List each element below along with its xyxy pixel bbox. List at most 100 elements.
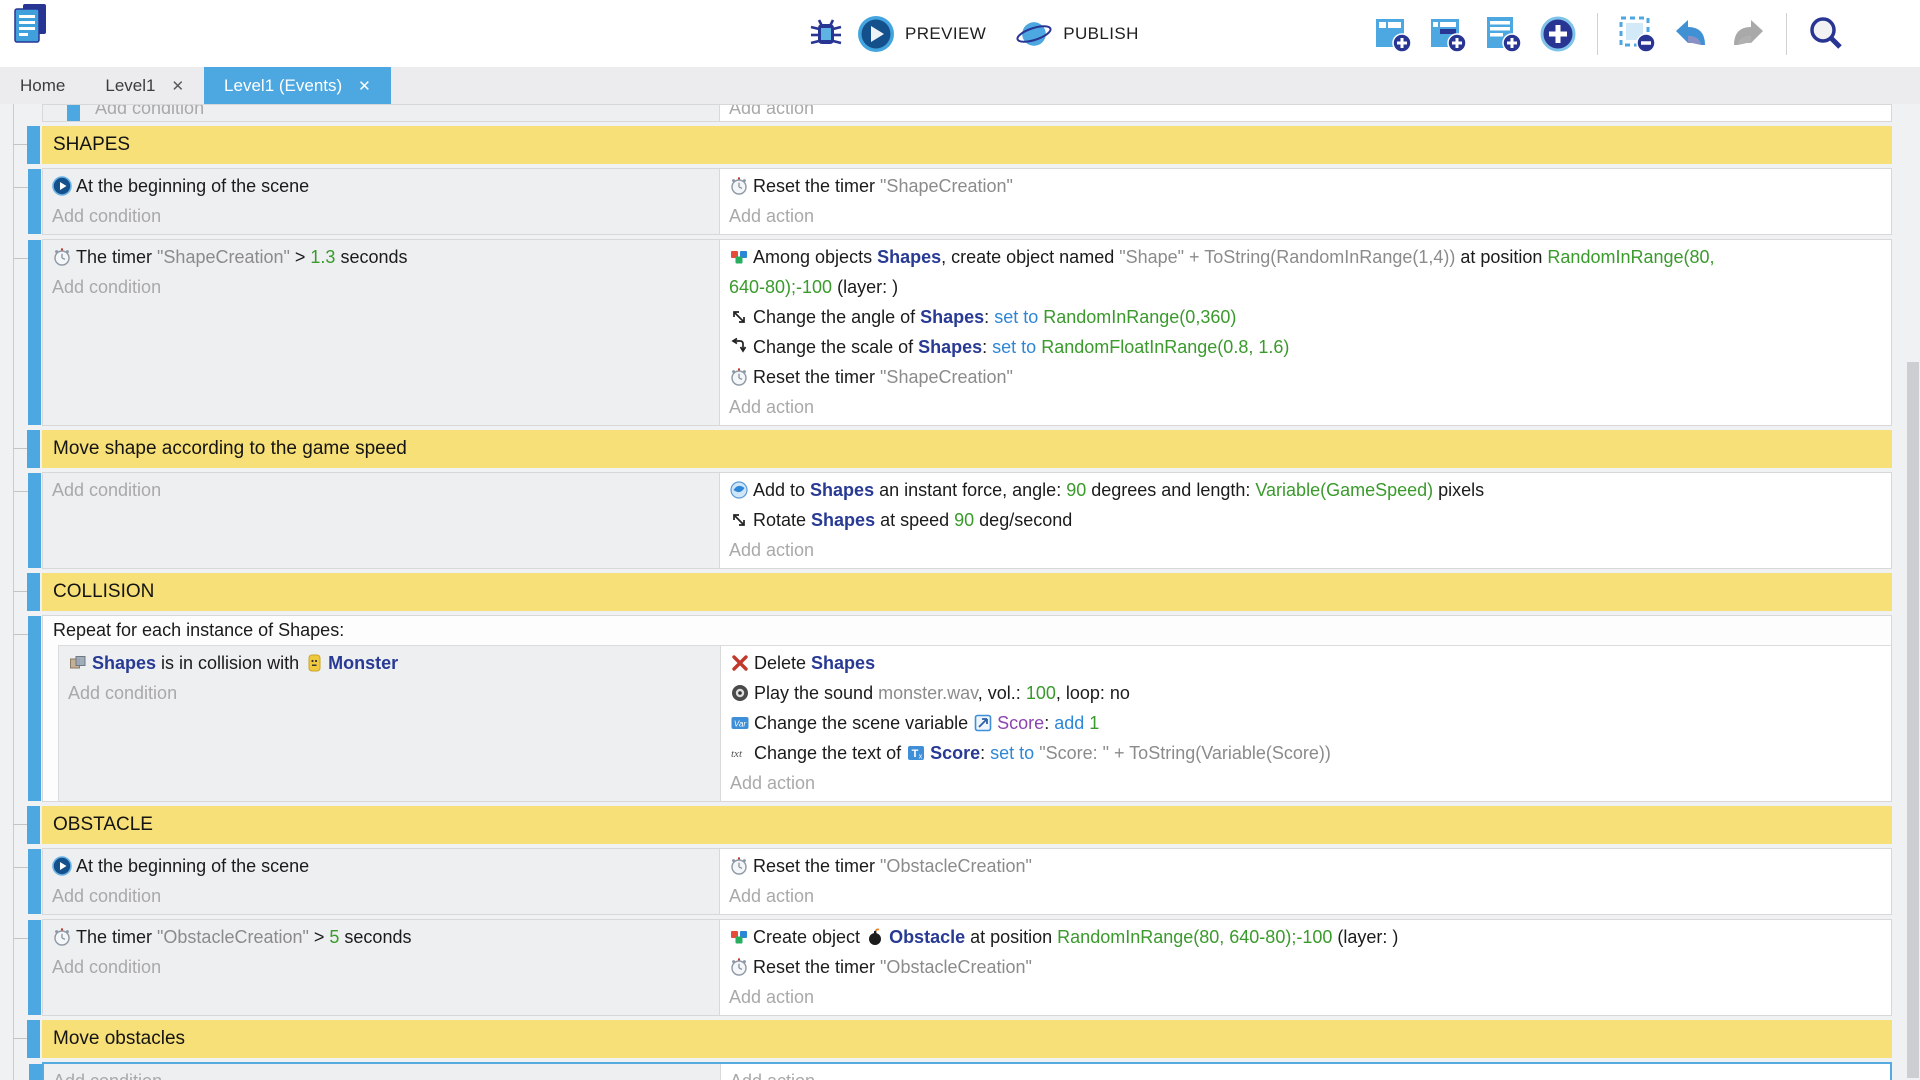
add-action-link[interactable]: Add action bbox=[730, 768, 1731, 798]
add-comment-button[interactable] bbox=[1483, 14, 1523, 54]
condition-cell[interactable]: Shapes is in collision with MonsterAdd c… bbox=[59, 646, 721, 801]
event-highlight-bar[interactable] bbox=[28, 473, 41, 568]
action-cell[interactable]: Add to Shapes an instant force, angle: 9… bbox=[720, 473, 1891, 568]
tab-level1[interactable]: Level1✕ bbox=[85, 67, 204, 104]
event-highlight-bar[interactable] bbox=[27, 806, 40, 844]
add-condition-link[interactable]: Add condition bbox=[52, 881, 711, 911]
action-cell[interactable]: Delete ShapesPlay the sound monster.wav,… bbox=[721, 646, 1891, 801]
action-line[interactable]: Change the scale of Shapes: set to Rando… bbox=[729, 332, 1731, 362]
action-line[interactable]: Among objects Shapes, create object name… bbox=[729, 242, 1731, 302]
add-action-link[interactable]: Add action bbox=[729, 392, 1731, 422]
condition-cell[interactable]: At the beginning of the sceneAdd conditi… bbox=[43, 849, 720, 914]
condition-cell[interactable]: The timer "ShapeCreation" > 1.3 secondsA… bbox=[43, 240, 720, 425]
partial-event-row: Add condition Add action bbox=[42, 104, 1892, 122]
condition-cell[interactable]: At the beginning of the sceneAdd conditi… bbox=[43, 169, 720, 234]
delete-icon bbox=[730, 652, 750, 672]
add-condition-link[interactable]: Add condition bbox=[53, 1066, 712, 1080]
event-highlight-bar[interactable] bbox=[27, 430, 40, 468]
action-line[interactable]: Add to Shapes an instant force, angle: 9… bbox=[729, 475, 1731, 505]
event-sheet: Add condition Add action SHAPES At the begi… bbox=[0, 104, 1920, 1080]
add-action-link[interactable]: Add action bbox=[729, 535, 1731, 565]
add-condition-link[interactable]: Add condition bbox=[52, 272, 711, 302]
tab-close-icon[interactable]: ✕ bbox=[358, 77, 371, 95]
condition-cell[interactable]: Add condition bbox=[43, 105, 720, 121]
add-action-link[interactable]: Add action bbox=[729, 982, 1731, 1012]
condition-line[interactable]: Shapes is in collision with Monster bbox=[68, 648, 712, 678]
tab-level1-events[interactable]: Level1 (Events)✕ bbox=[204, 67, 391, 104]
app-logo-icon[interactable] bbox=[10, 5, 50, 45]
angle-icon bbox=[729, 306, 749, 326]
preview-button[interactable]: PREVIEW bbox=[856, 14, 1004, 54]
action-line[interactable]: Reset the timer "ShapeCreation" bbox=[729, 171, 1731, 201]
tree-guide-tick bbox=[13, 1038, 27, 1039]
action-cell[interactable]: Among objects Shapes, create object name… bbox=[720, 240, 1891, 425]
event-highlight-bar[interactable] bbox=[28, 849, 41, 914]
action-line[interactable]: Create object Obstacle at position Rando… bbox=[729, 922, 1731, 952]
action-cell[interactable]: Reset the timer "ObstacleCreation"Add ac… bbox=[720, 849, 1891, 914]
action-line[interactable]: Reset the timer "ObstacleCreation" bbox=[729, 851, 1731, 881]
condition-cell[interactable]: Add condition bbox=[44, 1064, 721, 1080]
undo-button[interactable] bbox=[1672, 14, 1712, 54]
collision-icon bbox=[68, 652, 88, 672]
add-condition-link[interactable]: Add condition bbox=[52, 952, 711, 982]
action-cell[interactable]: Create object Obstacle at position Rando… bbox=[720, 920, 1891, 1015]
svg-text:Var: Var bbox=[734, 720, 746, 729]
group-header[interactable]: Move shape according to the game speed bbox=[42, 430, 1892, 468]
event-highlight-bar[interactable] bbox=[28, 240, 41, 425]
add-subevent-button[interactable] bbox=[1428, 14, 1468, 54]
action-line[interactable]: Rotate Shapes at speed 90 deg/second bbox=[729, 505, 1731, 535]
add-action-link[interactable]: Add action bbox=[729, 881, 1731, 911]
event-highlight-bar[interactable] bbox=[27, 126, 40, 164]
group-header-label: Move obstacles bbox=[53, 1028, 185, 1049]
tree-guide-tick bbox=[14, 938, 28, 939]
add-condition-link[interactable]: Add condition bbox=[52, 475, 711, 505]
action-line[interactable]: VarChange the scene variable Score: add … bbox=[730, 708, 1731, 738]
event-highlight-bar[interactable] bbox=[29, 1064, 42, 1080]
publish-button[interactable]: PUBLISH bbox=[1014, 14, 1157, 54]
event-highlight-bar[interactable] bbox=[28, 920, 41, 1015]
group-header[interactable]: Move obstacles bbox=[42, 1020, 1892, 1058]
add-action-link[interactable]: Add action bbox=[729, 104, 1731, 122]
action-cell[interactable]: Reset the timer "ShapeCreation"Add actio… bbox=[720, 169, 1891, 234]
tab-home[interactable]: Home bbox=[0, 67, 85, 104]
action-line[interactable]: Change the angle of Shapes: set to Rando… bbox=[729, 302, 1731, 332]
condition-line[interactable]: The timer "ShapeCreation" > 1.3 seconds bbox=[52, 242, 711, 272]
condition-line[interactable]: At the beginning of the scene bbox=[52, 851, 711, 881]
event-highlight-bar[interactable] bbox=[27, 1020, 40, 1058]
delete-selection-button[interactable] bbox=[1617, 14, 1657, 54]
action-line[interactable]: txtChange the text of TxScore: set to "S… bbox=[730, 738, 1731, 768]
condition-cell[interactable]: The timer "ObstacleCreation" > 5 seconds… bbox=[43, 920, 720, 1015]
group-header[interactable]: SHAPES bbox=[42, 126, 1892, 164]
debug-icon[interactable] bbox=[806, 14, 846, 54]
condition-line[interactable]: At the beginning of the scene bbox=[52, 171, 711, 201]
action-cell[interactable]: Add action bbox=[721, 1064, 1890, 1080]
repeat-event-header[interactable]: Repeat for each instance of Shapes: bbox=[43, 616, 1891, 645]
add-condition-link[interactable]: Add condition bbox=[52, 201, 711, 231]
action-line[interactable]: Play the sound monster.wav, vol.: 100, l… bbox=[730, 678, 1731, 708]
add-condition-link[interactable]: Add condition bbox=[95, 104, 711, 122]
add-event-button[interactable] bbox=[1373, 14, 1413, 54]
action-line[interactable]: Delete Shapes bbox=[730, 648, 1731, 678]
group-header[interactable]: COLLISION bbox=[42, 573, 1892, 611]
event-row: Add condition Add action bbox=[42, 1062, 1892, 1080]
action-line[interactable]: Reset the timer "ObstacleCreation" bbox=[729, 952, 1731, 982]
condition-line[interactable]: The timer "ObstacleCreation" > 5 seconds bbox=[52, 922, 711, 952]
add-action-link[interactable]: Add action bbox=[730, 1066, 1730, 1080]
add-action-link[interactable]: Add action bbox=[729, 201, 1731, 231]
vertical-scrollbar-thumb[interactable] bbox=[1907, 362, 1919, 1078]
add-other-event-button[interactable] bbox=[1538, 14, 1578, 54]
event-highlight-bar[interactable] bbox=[28, 616, 41, 801]
timer-icon bbox=[729, 855, 749, 875]
tab-label: Home bbox=[20, 76, 65, 96]
event-highlight-bar[interactable] bbox=[28, 169, 41, 234]
condition-cell[interactable]: Add condition bbox=[43, 473, 720, 568]
action-cell[interactable]: Add action bbox=[720, 105, 1891, 121]
group-header[interactable]: OBSTACLE bbox=[42, 806, 1892, 844]
redo-button[interactable] bbox=[1727, 14, 1767, 54]
tab-close-icon[interactable]: ✕ bbox=[171, 77, 184, 95]
search-button[interactable] bbox=[1806, 14, 1846, 54]
event-highlight-bar[interactable] bbox=[27, 573, 40, 611]
tree-guide-tick bbox=[14, 187, 28, 188]
add-condition-link[interactable]: Add condition bbox=[68, 678, 712, 708]
action-line[interactable]: Reset the timer "ShapeCreation" bbox=[729, 362, 1731, 392]
